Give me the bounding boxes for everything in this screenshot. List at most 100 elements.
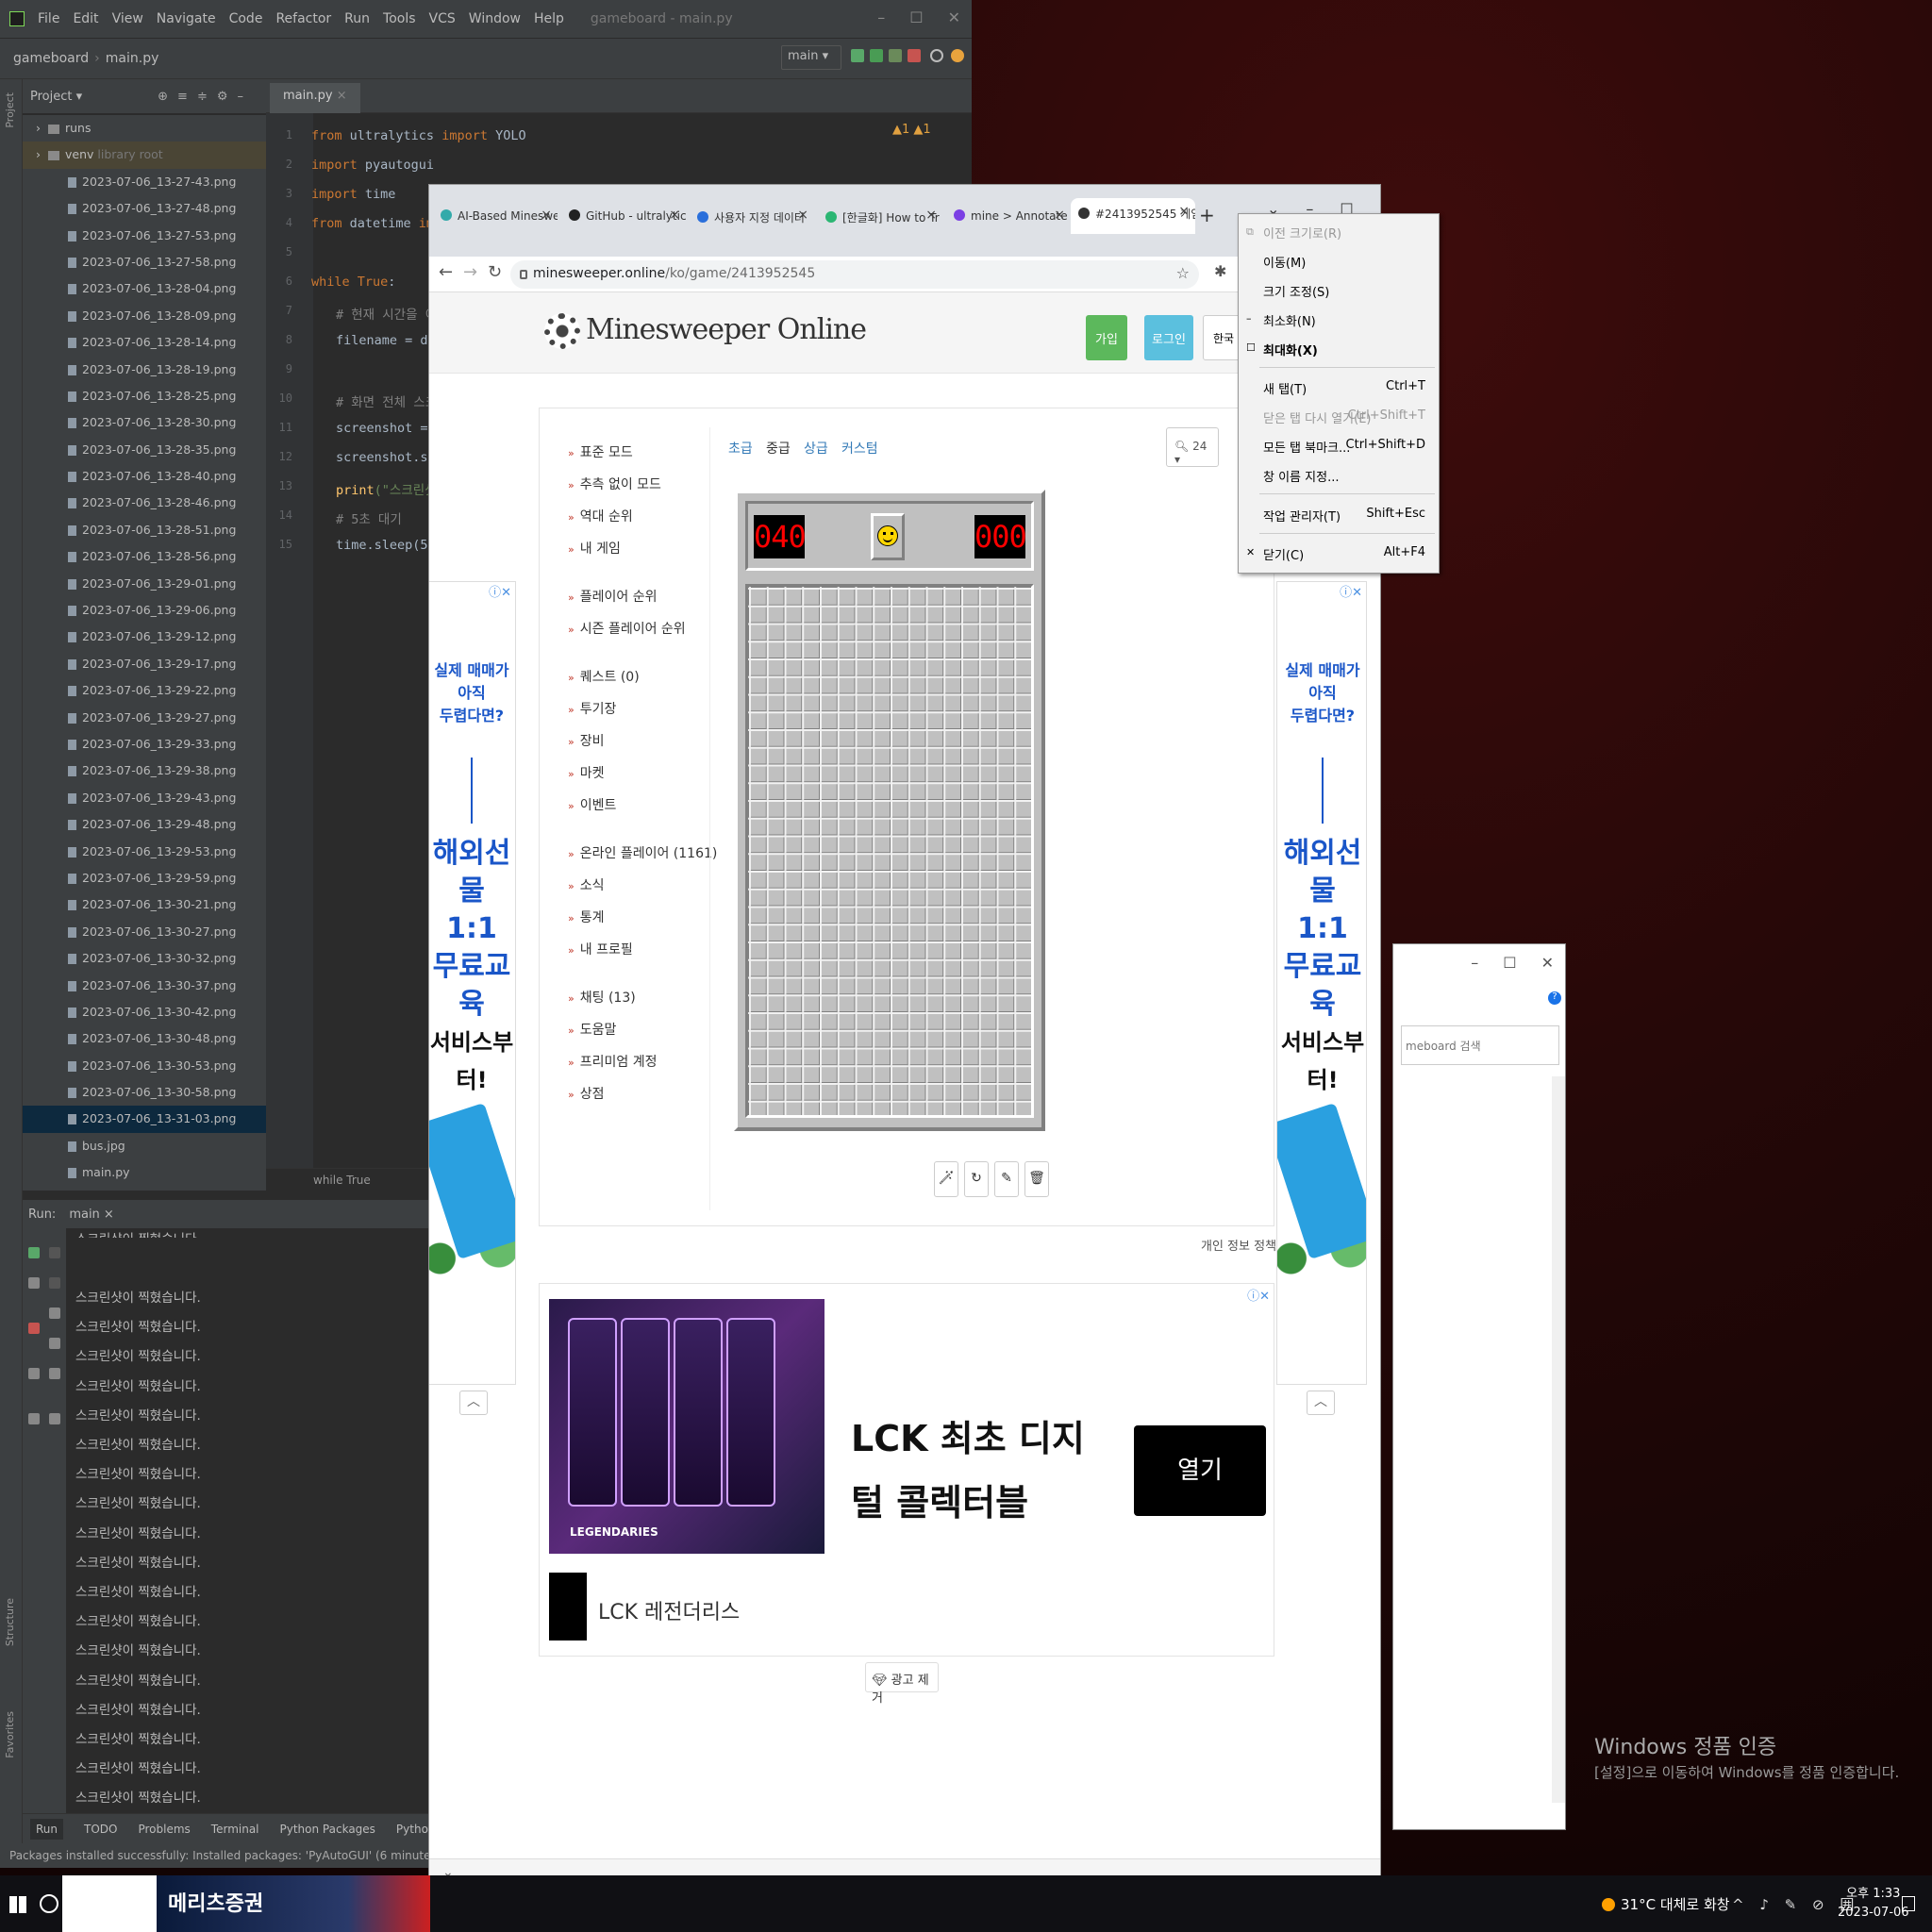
up-icon[interactable]: [49, 1247, 60, 1258]
left-side-ad[interactable]: ⓘ✕ 실제 매매가 아직 두렵다면? 해외선물 1:1 무료교육 서비스부터!: [429, 581, 516, 1385]
coverage-icon[interactable]: [889, 49, 902, 62]
tree-file[interactable]: 2023-07-06_13-30-58.png: [23, 1079, 266, 1106]
minimize-icon[interactable]: –: [1471, 954, 1478, 972]
menu-close[interactable]: 닫기(C): [1263, 545, 1304, 563]
help-icon[interactable]: ?: [1548, 991, 1561, 1005]
layout-icon[interactable]: [28, 1368, 40, 1379]
tree-file[interactable]: 2023-07-06_13-28-51.png: [23, 517, 266, 543]
tree-file[interactable]: 2023-07-06_13-28-30.png: [23, 409, 266, 436]
sidebar-link[interactable]: » 마켓: [568, 763, 605, 782]
tree-file[interactable]: 2023-07-06_13-28-14.png: [23, 329, 266, 356]
tab-close-icon[interactable]: ×: [541, 208, 552, 223]
menu-refactor[interactable]: Refactor: [275, 11, 331, 26]
expand-arrow-icon[interactable]: ›: [36, 121, 41, 135]
tree-file[interactable]: 2023-07-06_13-29-01.png: [23, 571, 266, 597]
project-side-tab[interactable]: Project: [4, 92, 16, 128]
tree-file[interactable]: 2023-07-06_13-30-32.png: [23, 945, 266, 972]
tree-file[interactable]: 2023-07-06_13-29-38.png: [23, 758, 266, 784]
tree-file[interactable]: 2023-07-06_13-27-53.png: [23, 223, 266, 249]
inspection-warnings[interactable]: ▲1 ▲1: [892, 123, 931, 137]
tab-close-icon[interactable]: ×: [1054, 208, 1065, 223]
tree-file[interactable]: 2023-07-06_13-29-27.png: [23, 705, 266, 731]
minimize-icon[interactable]: –: [877, 8, 885, 26]
windows-start-icon[interactable]: [9, 1896, 26, 1913]
edit-icon[interactable]: ✎: [994, 1161, 1019, 1197]
tree-file[interactable]: 2023-07-06_13-28-19.png: [23, 357, 266, 383]
run-config-select[interactable]: main ▾: [781, 45, 841, 70]
reset-smiley-button[interactable]: [871, 513, 905, 560]
sidebar-link[interactable]: » 표준 모드: [568, 442, 633, 461]
close-icon[interactable]: ✕: [1541, 954, 1554, 972]
menu-vcs[interactable]: VCS: [429, 11, 456, 26]
site-title[interactable]: Minesweeper Online: [586, 313, 867, 346]
tree-file[interactable]: 2023-07-06_13-28-35.png: [23, 437, 266, 463]
level-expert-link[interactable]: 상급: [804, 439, 828, 458]
run-icon[interactable]: [851, 49, 864, 62]
expand-ad-right-button[interactable]: ︿: [1307, 1391, 1335, 1415]
rerun-icon[interactable]: [28, 1247, 40, 1258]
menu-view[interactable]: View: [112, 11, 143, 26]
menu-window[interactable]: Window: [469, 11, 521, 26]
tree-file[interactable]: bus.jpg: [23, 1133, 266, 1159]
stop-icon[interactable]: [908, 49, 921, 62]
menu-edit[interactable]: Edit: [73, 11, 98, 26]
bottom-tab-python-packages[interactable]: Python Packages: [280, 1823, 375, 1836]
tab-close-icon[interactable]: ×: [925, 208, 937, 223]
bottom-tab-problems[interactable]: Problems: [138, 1823, 190, 1836]
tree-folder-runs[interactable]: › runs: [23, 115, 266, 142]
maximize-icon[interactable]: ☐: [1503, 954, 1516, 972]
taskbar-search-box[interactable]: [62, 1875, 157, 1932]
adchoices-icon[interactable]: ⓘ✕: [489, 582, 511, 600]
ad-open-button[interactable]: 열기: [1134, 1425, 1266, 1516]
chrome-tab-4[interactable]: [한글화] How to Tr ×: [818, 202, 942, 232]
run-tab[interactable]: main ×: [69, 1208, 114, 1222]
sidebar-link[interactable]: » 내 게임: [568, 539, 621, 558]
level-beginner-link[interactable]: 초급: [728, 439, 753, 458]
tree-file[interactable]: 2023-07-06_13-31-03.png: [23, 1106, 266, 1133]
minesweeper-logo-icon[interactable]: [544, 313, 580, 349]
tree-file[interactable]: 2023-07-06_13-29-48.png: [23, 811, 266, 838]
tree-file[interactable]: 2023-07-06_13-29-12.png: [23, 624, 266, 650]
join-button[interactable]: 가입: [1086, 315, 1127, 360]
chrome-tab-1[interactable]: AI-Based Minesweep×: [433, 202, 558, 232]
sidebar-link[interactable]: » 퀘스트 (0): [568, 667, 640, 686]
chrome-tab-5[interactable]: mine > Annotate ×: [946, 202, 1071, 232]
wrench-icon[interactable]: [28, 1277, 40, 1289]
tab-close-icon[interactable]: ×: [1178, 204, 1190, 219]
menu-code[interactable]: Code: [229, 11, 263, 26]
project-panel-tools-icon[interactable]: ⊕≡≑⚙–: [158, 90, 253, 104]
sidebar-link[interactable]: » 채팅 (13): [568, 988, 636, 1007]
tab-close-icon[interactable]: ×: [797, 208, 808, 223]
extensions-icon[interactable]: ✱: [1214, 262, 1226, 280]
sidebar-link[interactable]: » 온라인 플레이어 (1161): [568, 843, 717, 862]
tree-file[interactable]: 2023-07-06_13-30-53.png: [23, 1053, 266, 1079]
favorites-side-tab[interactable]: Favorites: [4, 1711, 16, 1758]
tree-file[interactable]: 2023-07-06_13-28-04.png: [23, 275, 266, 302]
tree-file[interactable]: 2023-07-06_13-29-53.png: [23, 839, 266, 865]
pin-icon[interactable]: [28, 1413, 40, 1424]
bottom-tab-run[interactable]: Run: [30, 1818, 64, 1840]
tree-file[interactable]: 2023-07-06_13-30-48.png: [23, 1025, 266, 1052]
address-bar[interactable]: minesweeper.online/ko/game/2413952545 ☆: [510, 260, 1199, 289]
tree-file[interactable]: main.py: [23, 1159, 266, 1186]
menu-task-manager[interactable]: 작업 관리자(T): [1263, 507, 1341, 525]
hint-wand-icon[interactable]: 🪄︎: [934, 1161, 958, 1197]
notification-icon[interactable]: [1902, 1896, 1915, 1911]
expand-ad-left-button[interactable]: ︿: [459, 1391, 488, 1415]
chrome-tab-2[interactable]: GitHub - ultralytics ×: [561, 202, 686, 232]
sidebar-link[interactable]: » 시즌 플레이어 순위: [568, 619, 686, 638]
down-icon[interactable]: [49, 1277, 60, 1289]
adchoices-icon[interactable]: ⓘ✕: [1247, 1286, 1270, 1304]
menu-navigate[interactable]: Navigate: [157, 11, 216, 26]
taskbar-clock[interactable]: 오후 1:33 2023-07-06: [1838, 1885, 1909, 1923]
menu-file[interactable]: File: [38, 11, 59, 26]
login-button[interactable]: 로그인: [1144, 315, 1193, 360]
back-icon[interactable]: ←: [439, 262, 453, 282]
search-icon[interactable]: [930, 49, 943, 62]
editor-tab-main[interactable]: main.py ×: [270, 83, 360, 113]
menu-help[interactable]: Help: [534, 11, 564, 26]
tree-file[interactable]: 2023-07-06_13-28-09.png: [23, 303, 266, 329]
explorer-scrollbar[interactable]: [1552, 1076, 1565, 1803]
zoom-select[interactable]: 🔍︎ 24 ▾: [1166, 427, 1219, 467]
breadcrumb-project[interactable]: gameboard: [13, 51, 89, 66]
